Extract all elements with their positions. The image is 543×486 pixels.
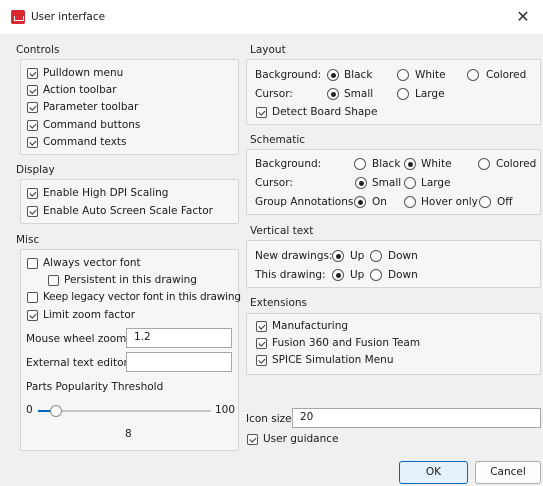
layout-bg-white-radio[interactable] xyxy=(397,69,409,81)
fusion-360-label: Fusion 360 and Fusion Team xyxy=(272,337,421,349)
display-group xyxy=(20,179,239,224)
layout-bg-black-radio[interactable] xyxy=(327,69,339,81)
new-drawings-label: New drawings: xyxy=(255,250,333,262)
layout-bg-white-label: White xyxy=(415,69,446,81)
popularity-slider-thumb[interactable] xyxy=(50,405,62,417)
layout-cursor-large-label: Large xyxy=(415,88,445,100)
keep-legacy-font-checkbox[interactable] xyxy=(27,292,38,303)
new-drawings-up-label: Up xyxy=(350,250,365,262)
schematic-cursor-small-label: Small xyxy=(372,177,402,189)
high-dpi-checkbox[interactable] xyxy=(27,188,38,199)
controls-header: Controls xyxy=(16,44,60,56)
this-drawing-up-radio[interactable] xyxy=(332,269,344,281)
icon-size-input[interactable]: 20 xyxy=(292,408,541,428)
layout-bg-black-label: Black xyxy=(344,69,373,81)
schematic-background-label: Background: xyxy=(255,158,322,170)
schematic-bg-white-radio[interactable] xyxy=(404,158,416,170)
auto-screen-scale-checkbox[interactable] xyxy=(27,206,38,217)
persistent-drawing-checkbox[interactable] xyxy=(48,275,59,286)
user-guidance-label: User guidance xyxy=(263,433,339,445)
parameter-toolbar-label: Parameter toolbar xyxy=(43,101,139,113)
ok-button[interactable]: OK xyxy=(399,461,468,484)
detect-board-shape-label: Detect Board Shape xyxy=(272,106,378,118)
new-drawings-down-label: Down xyxy=(388,250,418,262)
this-drawing-up-label: Up xyxy=(350,269,365,281)
eagle-app-icon xyxy=(11,10,25,24)
layout-background-label: Background: xyxy=(255,69,322,81)
schematic-bg-colored-label: Colored xyxy=(496,158,537,170)
action-toolbar-checkbox[interactable] xyxy=(27,85,38,96)
layout-cursor-small-label: Small xyxy=(344,88,374,100)
mouse-wheel-zoom-input[interactable]: 1.2 xyxy=(126,328,232,348)
window-title: User interface xyxy=(31,11,106,23)
group-annotations-off-label: Off xyxy=(497,196,513,208)
this-drawing-down-radio[interactable] xyxy=(370,269,382,281)
spice-simulation-checkbox[interactable] xyxy=(256,355,267,366)
pulldown-menu-label: Pulldown menu xyxy=(43,67,124,79)
schematic-cursor-large-radio[interactable] xyxy=(404,177,416,189)
icon-size-label: Icon size xyxy=(246,413,292,425)
auto-screen-scale-label: Enable Auto Screen Scale Factor xyxy=(43,205,213,217)
command-texts-checkbox[interactable] xyxy=(27,137,38,148)
limit-zoom-checkbox[interactable] xyxy=(27,310,38,321)
group-annotations-on-radio[interactable] xyxy=(354,196,366,208)
external-text-editor-label: External text editor xyxy=(26,357,128,369)
layout-bg-colored-radio[interactable] xyxy=(467,69,479,81)
popularity-slider-track[interactable] xyxy=(38,410,211,412)
schematic-bg-white-label: White xyxy=(421,158,452,170)
mouse-wheel-zoom-label: Mouse wheel zoom xyxy=(26,333,127,345)
persistent-drawing-label: Persistent in this drawing xyxy=(64,274,197,286)
schematic-cursor-small-radio[interactable] xyxy=(355,177,367,189)
always-vector-font-checkbox[interactable] xyxy=(27,258,38,269)
fusion-360-checkbox[interactable] xyxy=(256,338,267,349)
layout-cursor-small-radio[interactable] xyxy=(327,88,339,100)
extensions-header: Extensions xyxy=(250,297,308,309)
high-dpi-label: Enable High DPI Scaling xyxy=(43,187,169,199)
command-buttons-checkbox[interactable] xyxy=(27,120,38,131)
user-guidance-checkbox[interactable] xyxy=(247,434,258,445)
schematic-bg-black-label: Black xyxy=(372,158,401,170)
layout-cursor-large-radio[interactable] xyxy=(397,88,409,100)
this-drawing-down-label: Down xyxy=(388,269,418,281)
title-bar: User interface ✕ xyxy=(0,0,543,34)
group-annotations-hover-label: Hover only xyxy=(421,196,478,208)
layout-cursor-label: Cursor: xyxy=(255,88,293,100)
schematic-bg-colored-radio[interactable] xyxy=(478,158,490,170)
slider-min-label: 0 xyxy=(26,404,33,416)
command-texts-label: Command texts xyxy=(43,136,127,148)
manufacturing-label: Manufacturing xyxy=(272,320,349,332)
detect-board-shape-checkbox[interactable] xyxy=(256,107,267,118)
display-header: Display xyxy=(16,164,55,176)
misc-header: Misc xyxy=(16,234,40,246)
group-annotations-off-radio[interactable] xyxy=(479,196,491,208)
schematic-bg-black-radio[interactable] xyxy=(354,158,366,170)
command-buttons-label: Command buttons xyxy=(43,119,141,131)
slider-value-label: 8 xyxy=(125,428,132,440)
parts-popularity-label: Parts Popularity Threshold xyxy=(26,381,164,393)
action-toolbar-label: Action toolbar xyxy=(43,84,117,96)
always-vector-font-label: Always vector font xyxy=(43,257,141,269)
schematic-cursor-label: Cursor: xyxy=(255,177,293,189)
slider-max-label: 100 xyxy=(215,404,236,416)
group-annotations-hover-radio[interactable] xyxy=(404,196,416,208)
limit-zoom-label: Limit zoom factor xyxy=(43,309,136,321)
new-drawings-up-radio[interactable] xyxy=(332,250,344,262)
cancel-button[interactable]: Cancel xyxy=(475,461,541,484)
pulldown-menu-checkbox[interactable] xyxy=(27,68,38,79)
parameter-toolbar-checkbox[interactable] xyxy=(27,102,38,113)
schematic-cursor-large-label: Large xyxy=(421,177,451,189)
vertical-text-header: Vertical text xyxy=(250,225,314,237)
layout-header: Layout xyxy=(250,44,286,56)
spice-simulation-label: SPICE Simulation Menu xyxy=(272,354,394,366)
manufacturing-checkbox[interactable] xyxy=(256,321,267,332)
layout-bg-colored-label: Colored xyxy=(486,69,527,81)
schematic-header: Schematic xyxy=(250,134,306,146)
new-drawings-down-radio[interactable] xyxy=(370,250,382,262)
group-annotations-on-label: On xyxy=(372,196,387,208)
external-text-editor-input[interactable] xyxy=(126,352,232,372)
keep-legacy-font-label: Keep legacy vector font in this drawing xyxy=(43,291,241,303)
this-drawing-label: This drawing: xyxy=(255,269,326,281)
group-annotations-label: Group Annotations: xyxy=(255,196,357,208)
close-icon[interactable]: ✕ xyxy=(513,7,533,27)
